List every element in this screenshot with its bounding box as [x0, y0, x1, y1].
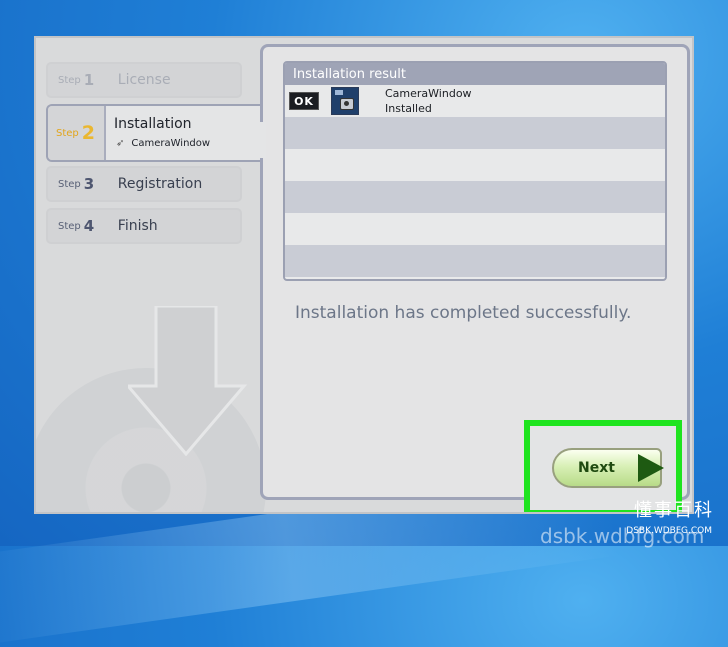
step-word: Step — [58, 74, 81, 86]
arrow-right-icon — [638, 454, 664, 482]
next-button-label: Next — [578, 460, 615, 476]
step-tab: Step 2 — [48, 106, 106, 160]
list-row — [285, 181, 665, 213]
step-detail: Installation ➶ CameraWindow — [106, 106, 276, 160]
step-word: Step — [58, 220, 81, 232]
result-row: OK CameraWindow Installed — [285, 85, 665, 117]
watermark-title: 懂事百科 — [634, 500, 714, 521]
step-number: 3 — [83, 175, 95, 193]
list-row — [285, 117, 665, 149]
step-label: Installation — [114, 116, 192, 132]
result-item-name: CameraWindow — [385, 87, 472, 100]
step-label: License — [117, 72, 171, 88]
step-word: Step — [58, 178, 81, 190]
step-label: Registration — [117, 176, 203, 192]
step-word: Step — [56, 127, 79, 139]
step-installation: Step 2 Installation ➶ CameraWindow — [46, 104, 276, 162]
step-registration: Step 3 Registration — [46, 166, 242, 202]
step-number: 1 — [83, 71, 95, 89]
result-item-status: Installed — [385, 102, 432, 115]
step-license: Step 1 License — [46, 62, 242, 98]
step-number: 2 — [81, 122, 96, 144]
list-row — [285, 149, 665, 181]
next-button[interactable]: Next — [552, 448, 664, 488]
completion-message: Installation has completed successfully. — [295, 303, 632, 323]
step-finish: Step 4 Finish — [46, 208, 242, 244]
result-header: Installation result — [285, 63, 665, 85]
ok-badge: OK — [289, 92, 319, 110]
list-row — [285, 245, 665, 277]
step-label: Finish — [117, 218, 158, 234]
camera-app-icon — [331, 87, 359, 115]
installer-window: Step 1 License Step 2 Installation ➶ Cam… — [34, 36, 694, 514]
step-connector — [258, 122, 266, 158]
list-row — [285, 213, 665, 245]
installation-result-list: Installation result OK CameraWindow Inst… — [283, 61, 667, 281]
pointer-icon: ➶ — [116, 138, 125, 149]
step-subitem-label: CameraWindow — [131, 138, 211, 149]
step-number: 4 — [83, 217, 95, 235]
watermark-domain: dsbk.wdbfg.com — [540, 524, 705, 548]
step-subitem: ➶ CameraWindow — [116, 138, 210, 149]
